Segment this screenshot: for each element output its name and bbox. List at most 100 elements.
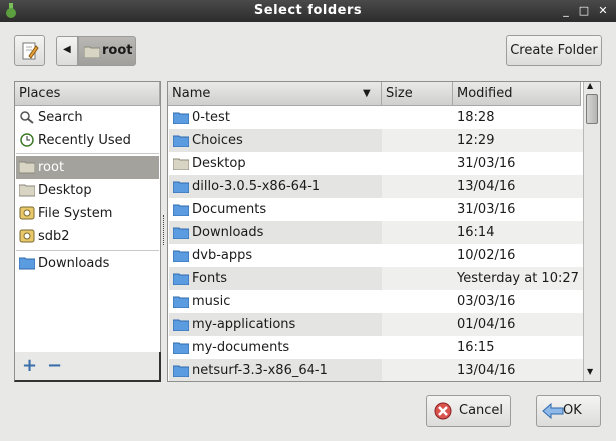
- file-modified: 10/02/16: [457, 248, 516, 263]
- file-modified: Yesterday at 10:27: [457, 271, 579, 286]
- chevron-left-icon: ◀: [63, 44, 71, 55]
- places-header[interactable]: Places: [15, 82, 160, 106]
- type-location-button[interactable]: [14, 35, 45, 66]
- places-item-sdb2[interactable]: sdb2: [16, 225, 159, 248]
- file-name: 0-test: [192, 110, 230, 125]
- folder-icon: [173, 342, 189, 354]
- places-item-search[interactable]: Search: [16, 106, 159, 129]
- file-modified: 13/04/16: [457, 179, 516, 194]
- cancel-button[interactable]: Cancel: [426, 395, 511, 427]
- drive-icon: [19, 206, 35, 220]
- window-title: Select folders: [253, 3, 363, 18]
- cancel-label: Cancel: [459, 403, 504, 418]
- file-modified: 31/03/16: [457, 156, 516, 171]
- scrollbar-thumb[interactable]: [586, 94, 598, 124]
- recent-icon: [20, 133, 34, 147]
- file-name: my-applications: [192, 317, 296, 332]
- file-row[interactable]: Desktop 31/03/16: [169, 152, 583, 175]
- file-modified: 18:28: [457, 110, 495, 125]
- places-item-label: root: [38, 160, 65, 175]
- file-name: Fonts: [192, 271, 228, 286]
- folder-icon: [173, 204, 189, 216]
- file-row[interactable]: 0-test 18:28: [169, 106, 583, 129]
- drive-icon: [19, 229, 35, 243]
- file-modified: 13/04/16: [457, 363, 516, 378]
- column-header-modified[interactable]: Modified: [453, 82, 581, 106]
- file-modified: 03/03/16: [457, 294, 516, 309]
- file-row[interactable]: Choices 12:29: [169, 129, 583, 152]
- file-list: Name ▼ Size Modified 0-test 18:28 Choice…: [167, 81, 601, 382]
- file-row[interactable]: dvb-apps 10/02/16: [169, 244, 583, 267]
- ok-label: OK: [563, 403, 582, 418]
- minimize-button[interactable]: _: [559, 4, 573, 18]
- ok-button[interactable]: OK: [536, 395, 601, 427]
- places-item-label: sdb2: [38, 229, 70, 244]
- edit-icon: [22, 42, 39, 60]
- file-name: Downloads: [192, 225, 264, 240]
- folder-icon: [173, 181, 189, 193]
- remove-bookmark-button[interactable]: −: [47, 355, 62, 376]
- file-name: dillo-3.0.5-x86-64-1: [192, 179, 321, 194]
- title-bar: Select folders _ □ ✕: [0, 0, 616, 22]
- folder-icon: [173, 365, 189, 377]
- file-name: Desktop: [192, 156, 246, 171]
- scroll-up-icon[interactable]: ▲: [587, 81, 593, 90]
- places-item-downloads[interactable]: Downloads: [16, 252, 159, 275]
- file-row[interactable]: netsurf-3.3-x86_64-1 13/04/16: [169, 359, 583, 381]
- close-button[interactable]: ✕: [596, 4, 610, 18]
- folder-icon: [19, 161, 35, 174]
- file-name: netsurf-3.3-x86_64-1: [192, 363, 328, 378]
- file-row[interactable]: dillo-3.0.5-x86-64-1 13/04/16: [169, 175, 583, 198]
- path-root-label: root: [102, 43, 133, 58]
- path-back-button[interactable]: ◀: [56, 36, 78, 66]
- file-row[interactable]: Downloads 16:14: [169, 221, 583, 244]
- folder-icon: [84, 46, 100, 58]
- file-modified: 16:15: [457, 340, 495, 355]
- folder-icon: [173, 158, 189, 170]
- file-row[interactable]: my-documents 16:15: [169, 336, 583, 359]
- file-row[interactable]: Fonts Yesterday at 10:27: [169, 267, 583, 290]
- file-modified: 12:29: [457, 133, 495, 148]
- search-icon: [20, 111, 34, 124]
- folder-icon: [19, 257, 35, 270]
- folder-icon: [173, 112, 189, 124]
- places-item-label: File System: [38, 206, 113, 221]
- file-name: dvb-apps: [192, 248, 253, 263]
- column-header-name[interactable]: Name ▼: [168, 82, 382, 106]
- folder-icon: [19, 184, 35, 197]
- file-row[interactable]: my-applications 01/04/16: [169, 313, 583, 336]
- folder-icon: [173, 227, 189, 239]
- places-item-recently-used[interactable]: Recently Used: [16, 129, 159, 152]
- folder-icon: [173, 135, 189, 147]
- column-header-size[interactable]: Size: [382, 82, 453, 106]
- file-name: Documents: [192, 202, 267, 217]
- folder-icon: [173, 250, 189, 262]
- maximize-button[interactable]: □: [577, 4, 591, 18]
- file-name: Choices: [192, 133, 243, 148]
- file-row[interactable]: music 03/03/16: [169, 290, 583, 313]
- places-footer: + −: [14, 352, 161, 382]
- file-list-scrollbar[interactable]: ▲ ▼: [583, 81, 600, 381]
- places-item-file-system[interactable]: File System: [16, 202, 159, 225]
- file-row[interactable]: Documents 31/03/16: [169, 198, 583, 221]
- sort-descending-icon: ▼: [363, 88, 371, 99]
- path-root-button[interactable]: root: [78, 36, 136, 66]
- folder-icon: [173, 319, 189, 331]
- file-name: music: [192, 294, 231, 309]
- folder-icon: [173, 273, 189, 285]
- places-item-label: Search: [38, 110, 83, 125]
- places-divider: [16, 153, 159, 154]
- places-panel: Places Search Recently Used root Desktop…: [14, 81, 161, 353]
- folder-icon: [173, 296, 189, 308]
- places-item-label: Downloads: [38, 256, 110, 271]
- places-divider: [16, 250, 159, 251]
- create-folder-button[interactable]: Create Folder: [506, 35, 602, 66]
- places-item-desktop[interactable]: Desktop: [16, 179, 159, 202]
- file-modified: 31/03/16: [457, 202, 516, 217]
- add-bookmark-button[interactable]: +: [22, 355, 37, 376]
- file-name: my-documents: [192, 340, 290, 355]
- file-modified: 01/04/16: [457, 317, 516, 332]
- scroll-down-icon[interactable]: ▼: [587, 367, 593, 376]
- places-item-root[interactable]: root: [16, 156, 159, 179]
- cancel-icon: [434, 402, 452, 420]
